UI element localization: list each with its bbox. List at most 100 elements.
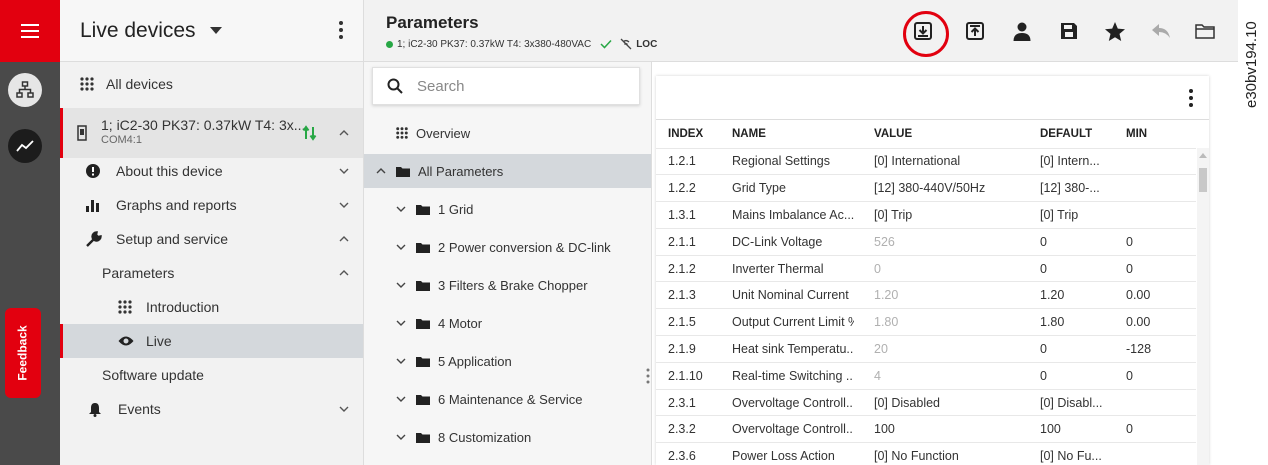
chevron-down-icon[interactable] bbox=[396, 358, 406, 364]
cell-value[interactable]: [0] No Function bbox=[854, 442, 1020, 465]
cell-default: 0 bbox=[1020, 362, 1106, 390]
table-row[interactable]: 1.2.1 Regional Settings [0] International[… bbox=[656, 148, 1196, 176]
tree-item-customization[interactable]: 8 Customization bbox=[364, 420, 651, 454]
folder-icon bbox=[416, 394, 430, 405]
chevron-down-icon[interactable] bbox=[396, 396, 406, 402]
upload-parameters-button[interactable] bbox=[960, 16, 990, 46]
table-row[interactable]: 2.1.10 Real-time Switching ... 4 0 0 bbox=[656, 362, 1196, 390]
online-status-dot bbox=[386, 40, 393, 48]
folder-icon bbox=[416, 242, 430, 253]
tree-item-label: All Parameters bbox=[418, 163, 504, 179]
nav-item-live[interactable]: Live bbox=[60, 324, 363, 358]
table-row[interactable]: 2.3.1 Overvoltage Controll... [0] Disabled… bbox=[656, 389, 1196, 417]
scroll-up-arrow-icon[interactable] bbox=[1199, 152, 1207, 158]
cell-min: 0 bbox=[1106, 362, 1196, 390]
floppy-disk-icon bbox=[1061, 23, 1077, 39]
more-vertical-icon[interactable] bbox=[1189, 88, 1193, 108]
tree-item-motor[interactable]: 4 Motor bbox=[364, 306, 651, 340]
scrollbar-thumb[interactable] bbox=[1199, 168, 1207, 192]
table-row[interactable]: 2.1.1 DC-Link Voltage 526 0 0 bbox=[656, 228, 1196, 256]
chevron-down-icon[interactable] bbox=[396, 244, 406, 250]
table-row[interactable]: 1.3.1 Mains Imbalance Ac... [0] Trip [0] Tr… bbox=[656, 201, 1196, 229]
cell-name: Heat sink Temperatu... bbox=[712, 335, 854, 363]
menu-button[interactable] bbox=[0, 0, 60, 62]
table-row[interactable]: 2.3.6 Power Loss Action [0] No Function [0]… bbox=[656, 442, 1196, 465]
chevron-down-icon[interactable] bbox=[339, 406, 349, 412]
cell-value: 0 bbox=[854, 255, 1020, 283]
save-button[interactable] bbox=[1054, 16, 1084, 46]
cell-index: 2.1.2 bbox=[656, 255, 712, 283]
table-row[interactable]: 2.3.2 Overvoltage Controll... 100 100 0 bbox=[656, 415, 1196, 444]
table-row[interactable]: 2.1.2 Inverter Thermal 0 0 0 bbox=[656, 255, 1196, 283]
cell-value[interactable]: [0] Trip bbox=[854, 201, 1020, 229]
chevron-down-icon[interactable] bbox=[396, 206, 406, 212]
cell-value[interactable]: [12] 380-440V/50Hz bbox=[854, 174, 1020, 203]
nav-item-about[interactable]: About this device bbox=[60, 154, 363, 188]
column-header[interactable]: NAME bbox=[712, 120, 854, 149]
column-header[interactable]: MIN bbox=[1106, 120, 1196, 149]
column-header[interactable]: INDEX bbox=[656, 120, 712, 149]
tree-item-overview[interactable]: Overview bbox=[364, 116, 651, 150]
parameter-tree: Overview All Parameters 1 Grid 2 Power c… bbox=[364, 62, 652, 465]
cell-value: 526 bbox=[854, 228, 1020, 256]
cell-value[interactable]: 100 bbox=[854, 415, 1020, 444]
chevron-up-icon[interactable] bbox=[339, 130, 349, 136]
chevron-down-icon[interactable] bbox=[396, 434, 406, 440]
nav-item-introduction[interactable]: Introduction bbox=[60, 290, 363, 324]
nav-item-events[interactable]: Events bbox=[60, 392, 363, 426]
download-parameters-button[interactable] bbox=[903, 11, 949, 57]
feedback-tab[interactable]: Feedback bbox=[5, 308, 41, 398]
nav-item-graphs[interactable]: Graphs and reports bbox=[60, 188, 363, 222]
cell-name: Regional Settings bbox=[712, 148, 854, 176]
grid-dots-icon bbox=[396, 127, 408, 139]
devices-nav-button[interactable] bbox=[8, 73, 42, 107]
cell-min: -128 bbox=[1106, 335, 1196, 363]
grid-dots-icon bbox=[80, 77, 94, 91]
all-devices-item[interactable]: All devices bbox=[60, 66, 363, 102]
tree-item-all-parameters[interactable]: All Parameters bbox=[364, 154, 651, 188]
chevron-up-icon[interactable] bbox=[376, 168, 386, 174]
undo-button[interactable] bbox=[1146, 16, 1176, 46]
panel-splitter-handle[interactable] bbox=[646, 368, 650, 384]
search-input[interactable] bbox=[417, 77, 617, 95]
cell-name: Overvoltage Controll... bbox=[712, 415, 854, 444]
cell-index: 1.2.1 bbox=[656, 148, 712, 176]
nav-item-software-update[interactable]: Software update bbox=[60, 358, 363, 392]
grid-dots-icon bbox=[118, 300, 132, 314]
chevron-down-icon[interactable] bbox=[396, 282, 406, 288]
tree-item-maintenance[interactable]: 6 Maintenance & Service bbox=[364, 382, 651, 416]
device-name: 1; iC2-30 PK37: 0.37kW T4: 3x... bbox=[101, 117, 306, 133]
graphs-nav-button[interactable] bbox=[8, 129, 42, 163]
column-header[interactable]: VALUE bbox=[854, 120, 1020, 149]
cell-min bbox=[1106, 442, 1196, 465]
tree-item-grid[interactable]: 1 Grid bbox=[364, 192, 651, 226]
favorites-button[interactable] bbox=[1100, 16, 1130, 46]
user-button[interactable] bbox=[1007, 16, 1037, 46]
nav-item-setup[interactable]: Setup and service bbox=[60, 222, 363, 256]
column-header[interactable]: DEFAULT bbox=[1020, 120, 1106, 149]
cell-value[interactable]: [0] Disabled bbox=[854, 389, 1020, 417]
device-panel: Live devices All devices 1; iC2-30 PK37:… bbox=[60, 0, 364, 465]
table-row[interactable]: 2.1.3 Unit Nominal Current 1.20 1.20 0.00 bbox=[656, 281, 1196, 310]
table-scrollbar[interactable] bbox=[1197, 148, 1209, 465]
nav-item-label: Introduction bbox=[146, 299, 220, 315]
cell-value[interactable]: [0] International bbox=[854, 148, 1020, 176]
chevron-up-icon[interactable] bbox=[339, 270, 349, 276]
caret-down-icon[interactable] bbox=[209, 26, 222, 35]
cell-name: Mains Imbalance Ac... bbox=[712, 201, 854, 229]
more-vertical-icon[interactable] bbox=[339, 20, 343, 40]
table-row[interactable]: 2.1.5 Output Current Limit % 1.80 1.80 0.00 bbox=[656, 308, 1196, 337]
tree-item-power-conversion[interactable]: 2 Power conversion & DC-link bbox=[364, 230, 651, 264]
chevron-down-icon[interactable] bbox=[339, 202, 349, 208]
chevron-down-icon[interactable] bbox=[339, 168, 349, 174]
table-row[interactable]: 2.1.9 Heat sink Temperatu... 20 0 -128 bbox=[656, 335, 1196, 363]
tree-item-filters-brake[interactable]: 3 Filters & Brake Chopper bbox=[364, 268, 651, 302]
table-row[interactable]: 1.2.2 Grid Type [12] 380-440V/50Hz [12] 380… bbox=[656, 174, 1196, 203]
search-box[interactable] bbox=[372, 67, 640, 105]
tree-item-application[interactable]: 5 Application bbox=[364, 344, 651, 378]
nav-item-parameters[interactable]: Parameters bbox=[60, 256, 363, 290]
open-folder-button[interactable] bbox=[1190, 16, 1220, 46]
chevron-up-icon[interactable] bbox=[339, 236, 349, 242]
chevron-down-icon[interactable] bbox=[396, 320, 406, 326]
device-item[interactable]: 1; iC2-30 PK37: 0.37kW T4: 3x... COM4:1 bbox=[60, 108, 363, 158]
